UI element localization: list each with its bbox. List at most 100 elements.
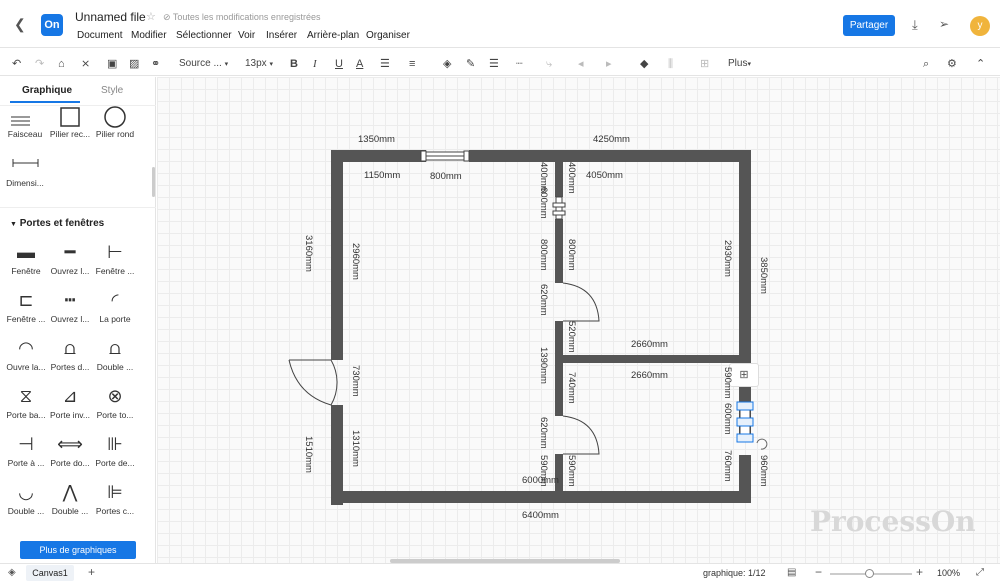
zoom-level[interactable]: 100% <box>937 568 960 578</box>
shape-label: Fenêtre ... <box>6 314 46 324</box>
more-menu[interactable]: Plus▾ <box>728 57 751 72</box>
undo-icon[interactable]: ↶ <box>12 57 21 71</box>
page-tab[interactable]: Canvas1 <box>26 565 74 581</box>
star-icon[interactable]: ☆ <box>146 10 156 23</box>
menu-document[interactable]: Document <box>77 30 123 41</box>
fill-color-icon[interactable]: ◈ <box>443 57 451 71</box>
line-color-icon[interactable]: ✎ <box>466 57 475 71</box>
double-door-icon[interactable]: ⩍ <box>52 336 88 360</box>
shape-label: Porte to... <box>96 410 134 420</box>
clear-format-icon[interactable]: ⨯ <box>81 57 90 71</box>
send-icon[interactable]: ➢ <box>939 17 949 31</box>
zoom-out-icon[interactable]: − <box>815 565 822 579</box>
dim-label: 2960mm <box>350 243 361 280</box>
dim-label: 800mm <box>430 171 462 182</box>
link-icon[interactable]: ⚭ <box>151 57 160 71</box>
search-replace-icon[interactable]: ⌕ <box>923 57 929 71</box>
rotate-handle <box>756 438 768 450</box>
fullscreen-icon[interactable]: ⤢ <box>976 567 984 578</box>
open-door-icon[interactable]: ◠ <box>8 336 44 360</box>
file-title[interactable]: Unnamed file <box>75 10 146 24</box>
dim-label: 620mm <box>538 417 549 449</box>
share-button[interactable]: Partager <box>843 15 895 36</box>
dimension-shape-icon[interactable] <box>8 155 44 179</box>
zoom-slider-handle[interactable] <box>865 569 874 578</box>
align-icon[interactable]: ≡ <box>409 57 415 71</box>
window-frame-icon[interactable]: ⊏ <box>8 288 44 312</box>
map-icon[interactable]: ▤ <box>787 567 796 578</box>
revolving-door-icon[interactable]: ⊗ <box>97 384 133 408</box>
double-leaf-icon[interactable]: ◡ <box>8 480 44 504</box>
section-header[interactable]: ▼ Portes et fenêtres <box>10 218 104 229</box>
format-painter-icon[interactable]: ⌂ <box>58 57 65 71</box>
shape-label: Faisceau <box>7 129 43 139</box>
chevron-down-icon: ▾ <box>747 61 751 68</box>
app-logo[interactable]: On <box>41 14 63 36</box>
round-pillar-shape-icon[interactable] <box>97 105 133 129</box>
drawing-canvas[interactable]: ⊞ 1350mm 4250mm 1150mm 800mm 4050mm 2660… <box>157 77 1000 563</box>
sliding-door-icon[interactable]: ⊣ <box>8 432 44 456</box>
wall-left-upper <box>331 150 343 360</box>
redo-icon[interactable]: ↷ <box>35 57 44 71</box>
underline-button[interactable]: U <box>335 57 343 71</box>
bold-button[interactable]: B <box>290 57 298 71</box>
settings-sliders-icon[interactable]: ⚙ <box>947 57 957 71</box>
shape-quick-action-icon[interactable]: ⊞ <box>729 363 759 387</box>
shape-label: Porte ba... <box>6 410 46 420</box>
arrow-start-icon[interactable]: ◂ <box>578 57 584 71</box>
sidebar-scrollbar[interactable] <box>152 167 155 197</box>
active-tab-indicator <box>10 101 80 103</box>
add-page-icon[interactable]: + <box>88 565 95 579</box>
window-alt-icon[interactable]: ⊢ <box>97 240 133 264</box>
line-spacing-icon[interactable]: ☰ <box>380 57 390 71</box>
connector-icon[interactable]: ⤷ <box>546 57 552 71</box>
layers-icon[interactable]: ◆ <box>640 57 648 71</box>
arrow-end-icon[interactable]: ▸ <box>606 57 612 71</box>
distribute-icon[interactable]: ⫼ <box>668 57 673 71</box>
shape-label: Double ... <box>51 506 89 516</box>
menu-organiser[interactable]: Organiser <box>366 30 410 41</box>
chevron-left-icon[interactable]: ❮ <box>14 16 28 32</box>
menu-inserer[interactable]: Insérer <box>266 30 297 41</box>
swing-door-icon[interactable]: ⧖ <box>8 384 44 408</box>
grid-layout-icon[interactable]: ⊞ <box>700 57 709 71</box>
open-window-alt-icon[interactable]: ┅ <box>52 288 88 312</box>
window-icon[interactable]: ▬ <box>8 240 44 264</box>
font-family-select[interactable]: Source ... ▾ <box>179 57 228 72</box>
door-panel-icon[interactable]: ⊪ <box>97 432 133 456</box>
layers-icon[interactable]: ◈ <box>8 567 16 578</box>
menu-arriere-plan[interactable]: Arrière-plan <box>307 30 359 41</box>
dim-label: 590mm <box>722 367 733 399</box>
avatar[interactable]: y <box>970 16 990 36</box>
double-door-alt-icon[interactable]: ⩍ <box>97 336 133 360</box>
tab-style[interactable]: Style <box>101 85 123 96</box>
italic-button[interactable]: I <box>313 57 317 71</box>
door-icon[interactable]: ◜ <box>97 288 133 312</box>
frame-icon[interactable]: ▣ <box>107 57 117 71</box>
open-window-icon[interactable]: ━ <box>52 240 88 264</box>
zoom-in-icon[interactable]: + <box>916 565 923 579</box>
line-style-icon[interactable]: ┈ <box>516 57 523 71</box>
menu-modifier[interactable]: Modifier <box>131 30 167 41</box>
double-sliding-icon[interactable]: ⟺ <box>52 432 88 456</box>
text-color-button[interactable]: A <box>356 57 363 71</box>
dim-label: 4050mm <box>586 170 623 181</box>
font-size-select[interactable]: 13px ▾ <box>245 57 273 72</box>
more-shapes-button[interactable]: Plus de graphiques <box>20 541 136 559</box>
rect-pillar-shape-icon[interactable] <box>52 105 88 129</box>
menu-selectionner[interactable]: Sélectionner <box>176 30 232 41</box>
reverse-door-icon[interactable]: ⊿ <box>52 384 88 408</box>
section-title: Portes et fenêtres <box>19 218 105 229</box>
line-width-icon[interactable]: ☰ <box>489 57 499 71</box>
double-swing-icon[interactable]: ⋀ <box>52 480 88 504</box>
collapse-up-icon[interactable]: ⌃ <box>976 57 985 71</box>
image-icon[interactable]: ▨ <box>129 57 139 71</box>
dim-label: 2660mm <box>631 339 668 350</box>
wall-mid-1 <box>555 162 563 197</box>
tab-graphique[interactable]: Graphique <box>22 85 72 96</box>
floor-plan[interactable] <box>157 77 1000 563</box>
folding-door-icon[interactable]: ⊫ <box>97 480 133 504</box>
download-icon[interactable]: ⤓ <box>912 17 918 33</box>
menu-voir[interactable]: Voir <box>238 30 255 41</box>
dim-label: 730mm <box>350 365 361 397</box>
